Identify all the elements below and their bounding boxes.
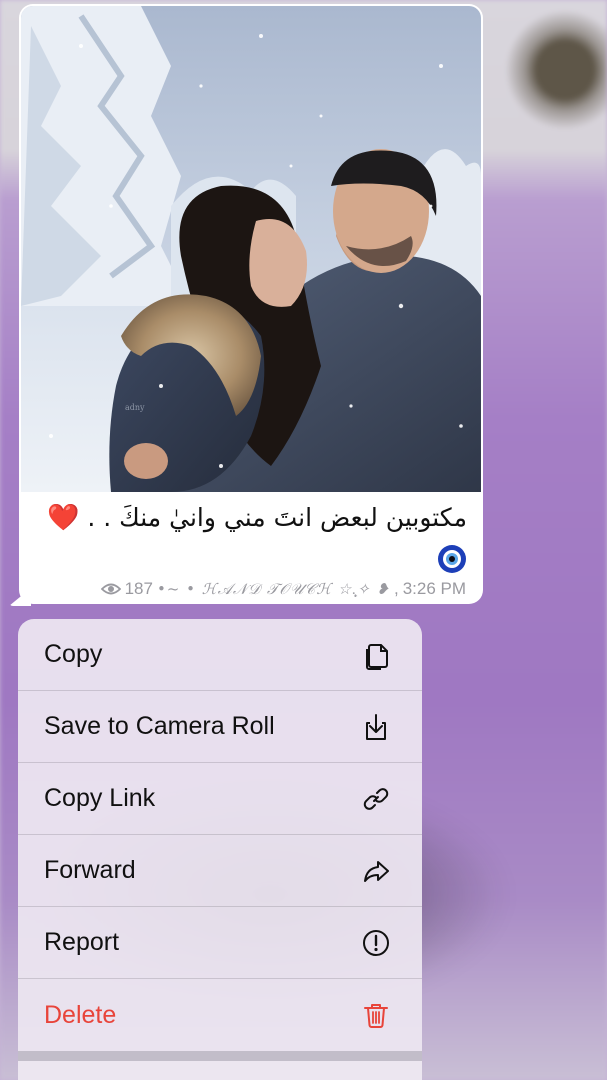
author-signature: •~ • ℋ𝒜𝒩𝒟 𝒯𝒪𝒰𝒞ℋ ☆.̩͙✧ ❥ — [156, 579, 390, 598]
menu-item-copy-link[interactable]: Copy Link — [18, 763, 422, 835]
menu-item-forward[interactable]: Forward — [18, 835, 422, 907]
menu-item-report[interactable]: Report — [18, 907, 422, 979]
context-menu: Copy Save to Camera Roll Copy Link Forwa… — [18, 619, 422, 1080]
views-count: 187 — [124, 579, 153, 598]
copy-icon — [360, 639, 392, 671]
message-meta: 187 •~ • ℋ𝒜𝒩𝒟 𝒯𝒪𝒰𝒞ℋ ☆.̩͙✧ ❥ , 3:26 PM — [100, 578, 466, 600]
winter-couple-photo: adny — [21, 6, 481, 492]
message-caption: مكتوبين لبعض انتَ مني وانيٰ منكَ . . ❤️ — [37, 501, 467, 535]
menu-item-delete[interactable]: Delete — [18, 979, 422, 1051]
caption-text: مكتوبين لبعض انتَ مني وانيٰ منكَ . . — [87, 503, 467, 532]
menu-next-section — [18, 1061, 422, 1080]
save-download-icon — [360, 711, 392, 743]
meta-separator: , — [393, 579, 399, 598]
menu-item-save-to-camera-roll[interactable]: Save to Camera Roll — [18, 691, 422, 763]
heart-emoji: ❤️ — [47, 503, 80, 533]
menu-item-label: Delete — [44, 1000, 117, 1029]
photo-watermark: adny — [125, 403, 145, 412]
menu-item-copy[interactable]: Copy — [18, 619, 422, 691]
menu-item-label: Save to Camera Roll — [44, 712, 275, 740]
menu-item-label: Report — [44, 928, 120, 956]
menu-item-label: Forward — [44, 856, 136, 884]
message-bubble[interactable]: adny مكتوبين لبعض انتَ مني وانيٰ منكَ . … — [19, 4, 483, 604]
nazar-amulet-icon — [438, 545, 466, 573]
link-icon — [360, 783, 392, 815]
menu-item-label: Copy — [44, 640, 103, 668]
message-time: 3:26 PM — [402, 579, 466, 598]
views-eye-icon — [100, 583, 121, 595]
forward-arrow-icon — [360, 855, 392, 887]
menu-section-separator — [18, 1051, 422, 1061]
trash-icon — [360, 999, 392, 1031]
menu-item-label: Copy Link — [44, 784, 156, 812]
report-exclamation-icon — [360, 927, 392, 959]
message-photo[interactable]: adny — [21, 6, 481, 492]
